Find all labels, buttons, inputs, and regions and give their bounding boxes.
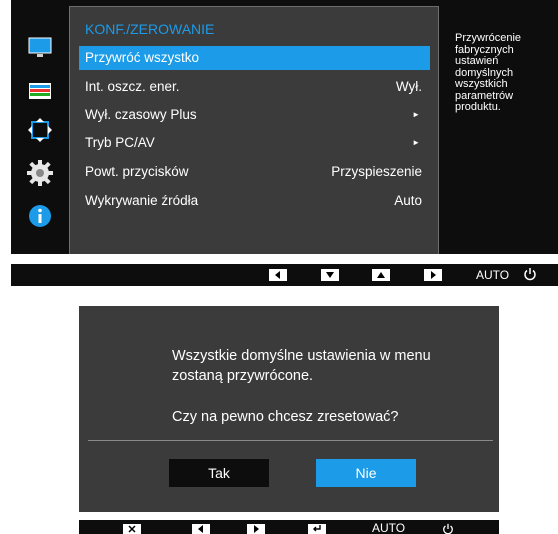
dialog-message-line: zostaną przywrócone. bbox=[172, 368, 314, 384]
dialog-divider bbox=[88, 440, 493, 441]
submenu-arrow-icon: ► bbox=[412, 138, 420, 147]
dialog-question: Czy na pewno chcesz zresetować? bbox=[172, 409, 399, 425]
menu-item-off-timer[interactable]: Wył. czasowy Plus ► bbox=[79, 103, 430, 127]
dialog-message-line: Wszystkie domyślne ustawienia w menu bbox=[172, 348, 431, 364]
item-description: Przywrócenie fabrycznych ustawień domyśl… bbox=[455, 32, 522, 113]
menu-item-value: Wył. bbox=[395, 79, 422, 94]
yes-button[interactable]: Tak bbox=[169, 459, 269, 487]
monitor-icon[interactable] bbox=[25, 33, 55, 63]
menu-item-label: Int. oszcz. ener. bbox=[85, 79, 180, 94]
up-arrow-icon[interactable] bbox=[372, 269, 390, 281]
down-arrow-icon[interactable] bbox=[321, 269, 339, 281]
info-icon[interactable] bbox=[25, 201, 55, 231]
menu-item-value: Przyspieszenie bbox=[331, 164, 422, 179]
osd-key-guide-bar: AUTO bbox=[11, 264, 558, 286]
menu-item-key-repeat[interactable]: Powt. przycisków Przyspieszenie bbox=[79, 160, 430, 184]
dialog-message: Wszystkie domyślne ustawienia w menu zos… bbox=[172, 346, 492, 386]
dialog-key-guide-bar: AUTO bbox=[79, 520, 499, 534]
menu-item-source-detection[interactable]: Wykrywanie źródła Auto bbox=[79, 189, 430, 213]
auto-button[interactable]: AUTO bbox=[372, 521, 405, 534]
menu-item-eco-saving[interactable]: Int. oszcz. ener. Wył. bbox=[79, 75, 430, 99]
power-icon[interactable] bbox=[523, 267, 537, 286]
resize-arrows-icon[interactable] bbox=[25, 115, 55, 145]
left-arrow-icon[interactable] bbox=[269, 269, 287, 281]
panel-title: KONF./ZEROWANIE bbox=[85, 21, 215, 37]
enter-icon[interactable] bbox=[308, 524, 326, 534]
gear-icon[interactable] bbox=[25, 158, 55, 188]
auto-button[interactable]: AUTO bbox=[476, 268, 509, 282]
menu-item-label: Wył. czasowy Plus bbox=[85, 107, 197, 122]
menu-item-label: Powt. przycisków bbox=[85, 164, 189, 179]
color-bars-icon[interactable] bbox=[25, 76, 55, 106]
reset-confirm-dialog: Wszystkie domyślne ustawienia w menu zos… bbox=[79, 306, 499, 512]
menu-item-value: Auto bbox=[394, 193, 422, 208]
settings-panel: KONF./ZEROWANIE Przywróć wszystko Int. o… bbox=[69, 6, 439, 254]
menu-item-label: Wykrywanie źródła bbox=[85, 193, 199, 208]
menu-item-label: Przywróć wszystko bbox=[85, 50, 200, 65]
no-button[interactable]: Nie bbox=[316, 459, 416, 487]
right-arrow-icon[interactable] bbox=[424, 269, 442, 281]
right-arrow-icon[interactable] bbox=[247, 524, 265, 534]
close-icon[interactable] bbox=[123, 524, 141, 534]
category-rail bbox=[11, 0, 69, 254]
submenu-arrow-icon: ► bbox=[412, 110, 420, 119]
left-arrow-icon[interactable] bbox=[192, 524, 210, 534]
power-icon[interactable] bbox=[442, 522, 454, 534]
menu-item-label: Tryb PC/AV bbox=[85, 135, 155, 150]
menu-item-reset-all[interactable]: Przywróć wszystko bbox=[79, 46, 430, 70]
menu-item-pc-av-mode[interactable]: Tryb PC/AV ► bbox=[79, 131, 430, 155]
